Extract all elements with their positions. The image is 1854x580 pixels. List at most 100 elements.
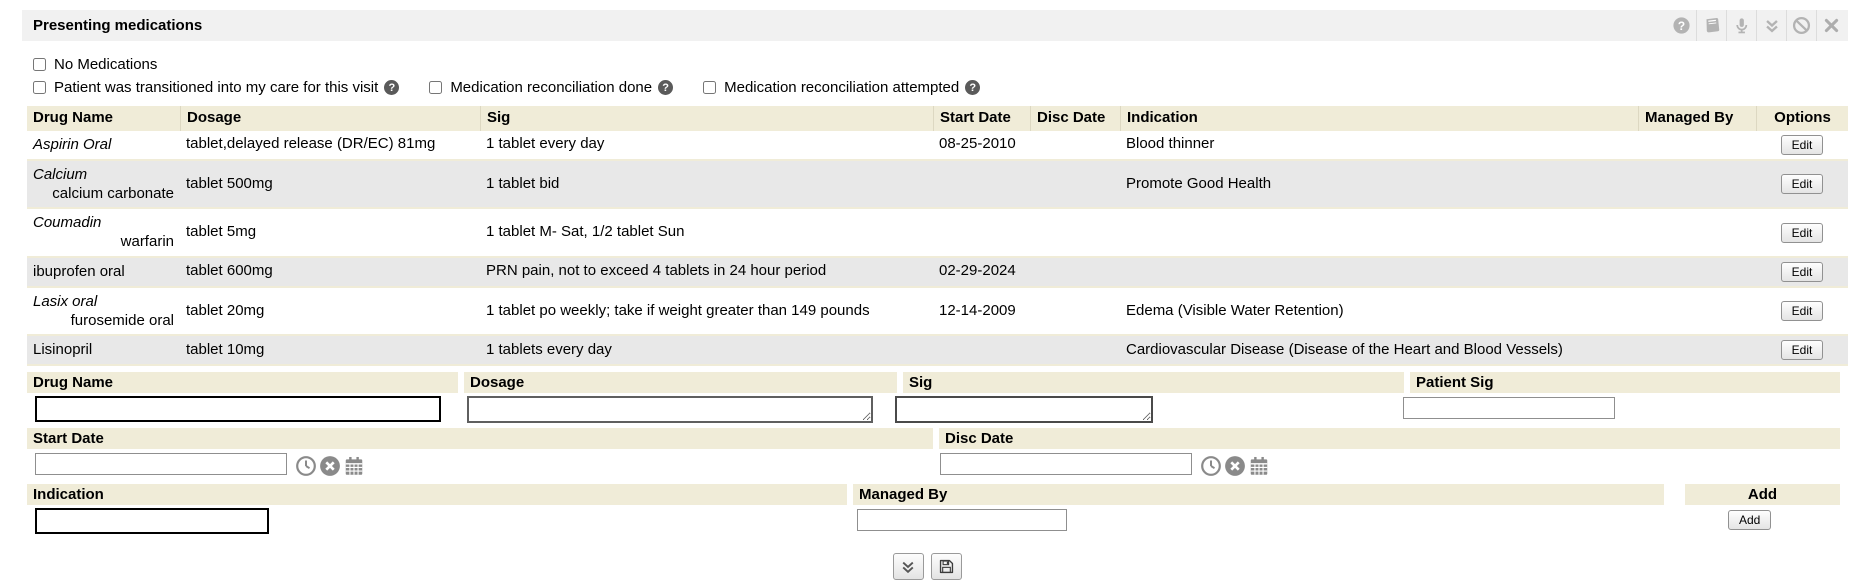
drug-generic: calcium carbonate (33, 185, 174, 204)
column-header: Options (1756, 106, 1848, 131)
managed-by-label: Managed By (853, 484, 1664, 505)
column-header: Drug Name (27, 106, 180, 131)
managed-by-cell (1638, 141, 1756, 149)
start-date-input[interactable] (35, 453, 287, 475)
table-row: Coumadin warfarin tablet 5mg 1 tablet M-… (27, 209, 1848, 258)
table-row: Aspirin Oral tablet,delayed release (DR/… (27, 131, 1848, 161)
drug-name-label: Drug Name (27, 372, 458, 393)
sig-cell: PRN pain, not to exceed 4 tablets in 24 … (480, 258, 933, 285)
managed-by-cell (1638, 307, 1756, 315)
disc-date-cell (1030, 141, 1120, 149)
reconciliation-attempted-checkbox[interactable] (703, 81, 716, 94)
managed-by-cell (1638, 346, 1756, 354)
help-icon[interactable]: ? (1666, 10, 1696, 41)
calendar-icon[interactable] (1248, 455, 1270, 477)
drug-brand: Lasix oral (33, 293, 174, 312)
clock-icon[interactable] (1200, 455, 1222, 477)
form-label-row: Start Date Disc Date (27, 428, 1840, 449)
help-badge-icon[interactable]: ? (965, 80, 980, 95)
dosage-label: Dosage (464, 372, 897, 393)
sig-cell: 1 tablet M- Sat, 1/2 tablet Sun (480, 219, 933, 246)
edit-button[interactable]: Edit (1781, 301, 1824, 321)
indication-input[interactable] (35, 508, 269, 534)
column-header: Sig (480, 106, 933, 131)
disc-date-input[interactable] (940, 453, 1192, 475)
titlebar-toolbar: ? (1666, 10, 1846, 41)
help-badge-icon[interactable]: ? (384, 80, 399, 95)
disc-date-cell (1030, 229, 1120, 237)
sig-input[interactable] (895, 396, 1153, 423)
column-header: Dosage (180, 106, 480, 131)
dosage-cell: tablet 10mg (180, 337, 480, 364)
drug-brand: Aspirin Oral (33, 136, 174, 155)
start-date-cell (933, 346, 1030, 354)
indication-cell: Cardiovascular Disease (Disease of the H… (1120, 337, 1638, 364)
clear-icon[interactable] (319, 455, 341, 477)
table-row: Lisinopril tablet 10mg 1 tablets every d… (27, 336, 1848, 366)
collapse-icon[interactable] (1756, 10, 1786, 41)
clock-icon[interactable] (295, 455, 317, 477)
drug-name-input[interactable] (35, 396, 441, 422)
form-label-row: Drug Name Dosage Sig Patient Sig (27, 372, 1840, 393)
start-date-cell: 02-29-2024 (933, 258, 1030, 285)
edit-button[interactable]: Edit (1781, 135, 1824, 155)
table-header-row: Drug Name Dosage Sig Start Date Disc Dat… (27, 106, 1848, 131)
dosage-cell: tablet 20mg (180, 298, 480, 325)
reconciliation-done-checkbox[interactable] (429, 81, 442, 94)
indication-cell: Promote Good Health (1120, 171, 1638, 198)
page-title: Presenting medications (22, 17, 202, 34)
drug-brand: Lisinopril (33, 341, 174, 360)
table-row: ibuprofen oral tablet 600mg PRN pain, no… (27, 258, 1848, 288)
clear-icon[interactable] (1224, 455, 1246, 477)
sig-cell: 1 tablet bid (480, 171, 933, 198)
edit-button[interactable]: Edit (1781, 223, 1824, 243)
sig-cell: 1 tablet every day (480, 131, 933, 158)
edit-button[interactable]: Edit (1781, 340, 1824, 360)
start-date-cell: 08-25-2010 (933, 131, 1030, 158)
no-medications-label: No Medications (54, 56, 157, 73)
edit-button[interactable]: Edit (1781, 262, 1824, 282)
disable-icon[interactable] (1786, 10, 1816, 41)
no-medications-checkbox[interactable] (33, 58, 46, 71)
disc-date-cell (1030, 268, 1120, 276)
save-button[interactable] (931, 553, 962, 580)
drug-generic: warfarin (33, 233, 174, 252)
disc-date-cell (1030, 346, 1120, 354)
help-badge-icon[interactable]: ? (658, 80, 673, 95)
dosage-cell: tablet 600mg (180, 258, 480, 285)
expand-more-button[interactable] (893, 553, 924, 580)
patient-sig-label: Patient Sig (1410, 372, 1840, 393)
form-label-row: Indication Managed By Add (27, 484, 1840, 505)
panel-titlebar: Presenting medications ? (22, 10, 1848, 41)
sig-cell: 1 tablets every day (480, 337, 933, 364)
transitioned-care-checkbox[interactable] (33, 81, 46, 94)
double-chevron-down-icon (900, 559, 916, 575)
indication-cell (1120, 268, 1638, 276)
dosage-cell: tablet,delayed release (DR/EC) 81mg (180, 131, 480, 158)
add-button[interactable]: Add (1728, 510, 1771, 530)
column-header: Disc Date (1030, 106, 1120, 131)
disc-date-label: Disc Date (939, 428, 1840, 449)
patient-sig-input[interactable] (1403, 397, 1615, 419)
drug-generic: furosemide oral (33, 312, 174, 331)
microphone-icon[interactable] (1726, 10, 1756, 41)
managed-by-cell (1638, 229, 1756, 237)
reconciliation-done-label: Medication reconciliation done (450, 79, 652, 96)
book-icon[interactable] (1696, 10, 1726, 41)
managed-by-input[interactable] (857, 509, 1067, 531)
start-date-cell: 12-14-2009 (933, 298, 1030, 325)
column-header: Managed By (1638, 106, 1756, 131)
calendar-icon[interactable] (343, 455, 365, 477)
edit-button[interactable]: Edit (1781, 174, 1824, 194)
column-header: Start Date (933, 106, 1030, 131)
svg-text:?: ? (1677, 19, 1684, 33)
add-column-label: Add (1685, 484, 1840, 505)
drug-brand: Coumadin (33, 214, 174, 233)
drug-brand: ibuprofen oral (33, 263, 174, 282)
start-date-cell (933, 229, 1030, 237)
indication-label: Indication (27, 484, 847, 505)
disc-date-cell (1030, 307, 1120, 315)
start-date-label: Start Date (27, 428, 933, 449)
dosage-input[interactable] (467, 396, 873, 423)
close-icon[interactable] (1816, 10, 1846, 41)
